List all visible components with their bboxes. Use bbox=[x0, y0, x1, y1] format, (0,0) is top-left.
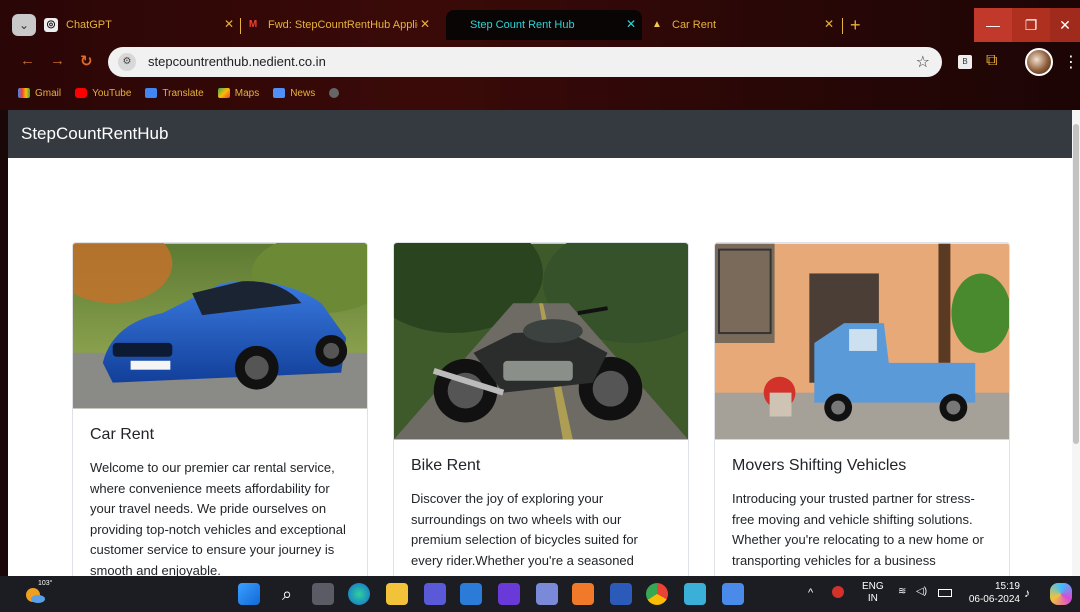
file-explorer-icon[interactable] bbox=[386, 583, 408, 605]
bookmark-star-icon[interactable]: ☆ bbox=[916, 52, 930, 72]
tab-chatgpt[interactable]: ◎ ChatGPT ✕ bbox=[44, 10, 240, 40]
site-brand[interactable]: StepCountRentHub bbox=[21, 124, 168, 144]
card-text: Discover the joy of exploring your surro… bbox=[411, 491, 638, 568]
tray-chevron-icon[interactable]: ^ bbox=[808, 587, 813, 612]
chatgpt-icon: ◎ bbox=[44, 18, 58, 32]
browser-toolbar: ← → ↻ ⚙ stepcountrenthub.nedient.co.in ☆… bbox=[0, 44, 1080, 80]
new-tab-button[interactable]: + bbox=[850, 16, 861, 34]
wifi-icon[interactable]: ≋ bbox=[898, 586, 906, 612]
close-tab-icon[interactable]: ✕ bbox=[420, 17, 430, 31]
youtube-icon bbox=[75, 88, 88, 98]
word-icon[interactable] bbox=[610, 583, 632, 605]
car-rent-card[interactable]: Car Rent Welcome to our premier car rent… bbox=[72, 242, 368, 576]
profile-avatar[interactable] bbox=[1025, 48, 1053, 76]
bookmark-translate[interactable]: Translate bbox=[145, 88, 204, 99]
bookmark-gmail[interactable]: Gmail bbox=[18, 88, 61, 99]
minimize-button[interactable]: — bbox=[974, 8, 1012, 42]
card-text: Welcome to our premier car rental servic… bbox=[90, 460, 346, 576]
browser-chrome: ⌄ ◎ ChatGPT ✕ M Fwd: StepCountRentHub Ap… bbox=[0, 0, 1080, 110]
translate-icon bbox=[145, 88, 158, 98]
bookmark-globe[interactable] bbox=[329, 88, 344, 98]
site-navbar: StepCountRentHub bbox=[8, 110, 1072, 158]
back-arrow-icon[interactable]: ← bbox=[20, 52, 35, 69]
card-title: Movers Shifting Vehicles bbox=[732, 457, 907, 474]
bike-rent-image bbox=[394, 243, 688, 440]
tab-car-rent[interactable]: ▲ Car Rent ✕ bbox=[650, 10, 840, 40]
maps-icon bbox=[217, 88, 230, 98]
menu-kebab-icon[interactable]: ⋮ bbox=[1063, 52, 1079, 72]
scrollbar-thumb[interactable] bbox=[1073, 124, 1079, 444]
card-title: Bike Rent bbox=[411, 457, 481, 474]
mail-icon[interactable] bbox=[460, 583, 482, 605]
card-body: Car Rent Welcome to our premier car rent… bbox=[73, 409, 367, 576]
address-bar[interactable]: ⚙ stepcountrenthub.nedient.co.in ☆ bbox=[108, 47, 942, 77]
tab-separator bbox=[842, 18, 843, 34]
windows-taskbar: 103° ⌕ ^ ENG IN ≋ ◁) 15:19 06-06-2024 ♪ bbox=[0, 576, 1080, 612]
restore-button[interactable]: ❐ bbox=[1012, 8, 1050, 42]
movers-shifting-image bbox=[715, 243, 1009, 440]
volume-icon[interactable]: ◁) bbox=[916, 586, 927, 612]
bike-rent-card[interactable]: Bike Rent Discover the joy of exploring … bbox=[393, 242, 689, 576]
card-title: Car Rent bbox=[90, 426, 155, 443]
app-icon[interactable] bbox=[498, 583, 520, 605]
bookmarks-bar: Gmail YouTube Translate Maps News bbox=[0, 82, 1080, 104]
edge-icon[interactable] bbox=[348, 583, 370, 605]
site-info-icon[interactable]: ⚙ bbox=[118, 53, 136, 71]
tab-separator bbox=[240, 18, 241, 34]
page-viewport: StepCountRentHub Car Rent Welcome to our… bbox=[8, 110, 1072, 576]
app-icon[interactable] bbox=[722, 583, 744, 605]
task-view-icon[interactable] bbox=[312, 583, 334, 605]
bookmark-youtube[interactable]: YouTube bbox=[75, 88, 131, 99]
search-icon[interactable]: ⌕ bbox=[276, 583, 298, 605]
gmail-icon bbox=[18, 88, 30, 98]
close-window-button[interactable]: ✕ bbox=[1050, 8, 1080, 42]
card-text: Introducing your trusted partner for str… bbox=[732, 491, 984, 568]
xampp-icon[interactable] bbox=[572, 583, 594, 605]
url-text: stepcountrenthub.nedient.co.in bbox=[148, 54, 326, 69]
gmail-icon: M bbox=[248, 19, 258, 30]
bookmark-maps[interactable]: Maps bbox=[217, 88, 259, 99]
movers-shifting-card[interactable]: Movers Shifting Vehicles Introducing you… bbox=[714, 242, 1010, 576]
copilot-icon[interactable] bbox=[1050, 583, 1072, 605]
forward-arrow-icon[interactable]: → bbox=[50, 52, 65, 69]
close-tab-icon[interactable]: ✕ bbox=[626, 17, 636, 31]
tab-search-button[interactable]: ⌄ bbox=[12, 14, 36, 36]
globe-icon bbox=[329, 88, 340, 98]
chrome-icon[interactable] bbox=[646, 583, 668, 605]
start-windows-icon[interactable] bbox=[238, 583, 260, 605]
page-scrollbar[interactable] bbox=[1072, 110, 1080, 576]
card-body: Bike Rent Discover the joy of exploring … bbox=[394, 440, 688, 571]
notification-bell-icon[interactable]: ♪ bbox=[1024, 586, 1030, 612]
weather-widget[interactable]: 103° bbox=[24, 580, 52, 605]
bookmark-news[interactable]: News bbox=[273, 88, 315, 99]
extension-icon[interactable]: B bbox=[958, 55, 972, 69]
car-rent-image bbox=[73, 243, 367, 409]
tab-strip: ⌄ ◎ ChatGPT ✕ M Fwd: StepCountRentHub Ap… bbox=[0, 8, 1080, 42]
tab-gmail[interactable]: M Fwd: StepCountRentHub Applic ✕ bbox=[246, 10, 436, 40]
app-icon[interactable] bbox=[424, 583, 446, 605]
language-indicator[interactable]: ENG IN bbox=[862, 581, 884, 612]
extensions-puzzle-icon[interactable]: ⧉ bbox=[986, 52, 997, 70]
close-tab-icon[interactable]: ✕ bbox=[824, 17, 834, 31]
notepad-icon[interactable] bbox=[684, 583, 706, 605]
battery-icon[interactable] bbox=[938, 589, 952, 597]
app-icon[interactable] bbox=[536, 583, 558, 605]
card-body: Movers Shifting Vehicles Introducing you… bbox=[715, 440, 1009, 571]
news-icon bbox=[273, 88, 286, 98]
close-tab-icon[interactable]: ✕ bbox=[224, 17, 234, 31]
reload-icon[interactable]: ↻ bbox=[80, 52, 93, 70]
tab-step-count-rent-hub[interactable]: Step Count Rent Hub ✕ bbox=[446, 10, 642, 40]
tray-app-icon[interactable] bbox=[832, 586, 844, 598]
car-icon: ▲ bbox=[652, 19, 662, 30]
taskbar-clock[interactable]: 15:19 06-06-2024 bbox=[964, 580, 1020, 606]
